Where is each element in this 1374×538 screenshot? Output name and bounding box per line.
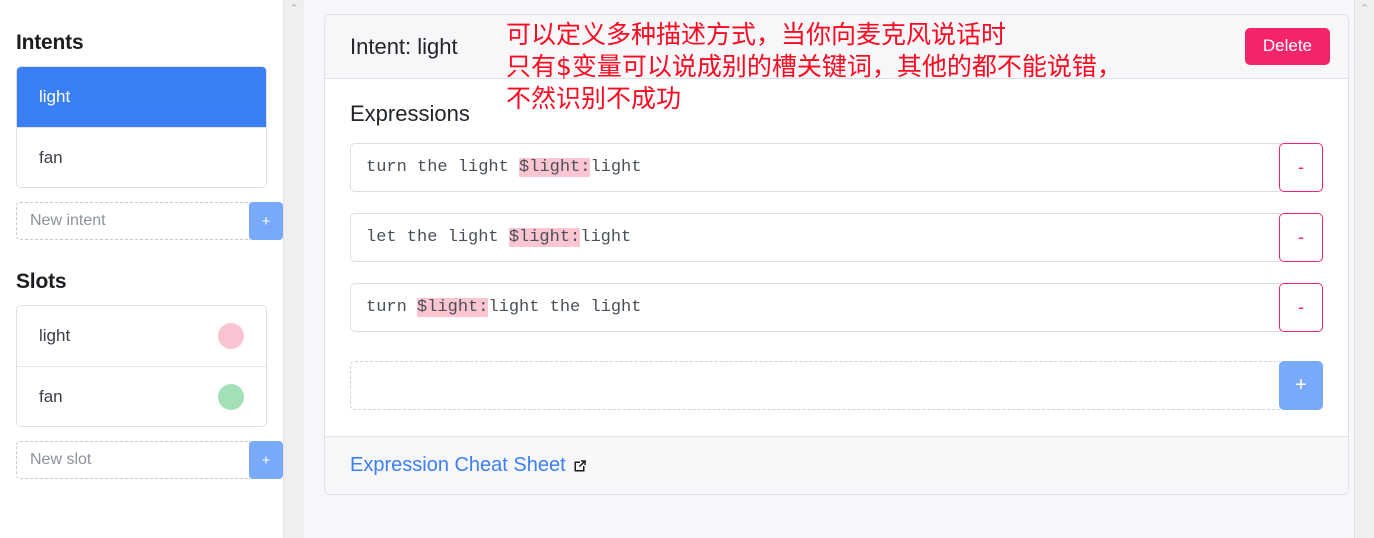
sidebar-item-slot-fan[interactable]: fan: [17, 366, 266, 426]
new-intent-row: +: [16, 202, 283, 240]
expression-suffix: light: [580, 228, 632, 247]
expression-slot-token: $light:: [519, 158, 591, 177]
sidebar-item-intent-light[interactable]: light: [17, 67, 266, 127]
expression-cheat-sheet-link[interactable]: Expression Cheat Sheet: [350, 454, 587, 477]
expression-row: turn the light $light: light -: [350, 143, 1323, 192]
sidebar-scrollbar[interactable]: ⌃: [283, 0, 304, 538]
slot-color-swatch[interactable]: [218, 383, 244, 410]
expression-prefix: turn: [366, 298, 418, 317]
slot-color-swatch[interactable]: [218, 323, 244, 349]
sidebar-item-slot-light[interactable]: light: [17, 306, 266, 366]
sidebar: Intents light fan + Slots light fan: [0, 0, 283, 538]
expression-slot-token: $light:: [508, 228, 581, 247]
add-slot-button[interactable]: +: [249, 441, 283, 479]
remove-expression-button[interactable]: -: [1279, 143, 1323, 192]
expression-prefix: let the light: [366, 228, 509, 247]
card-header: Intent: light Delete: [325, 15, 1348, 79]
slot-label: fan: [39, 386, 63, 406]
expression-prefix: turn the light: [366, 158, 520, 177]
slot-label: light: [39, 326, 71, 345]
expression-slot-token: $light:: [417, 298, 489, 317]
scroll-up-arrow-icon[interactable]: ⌃: [284, 4, 304, 15]
card-body: Expressions turn the light $light: light …: [325, 79, 1348, 436]
remove-expression-button[interactable]: -: [1279, 283, 1323, 332]
intents-heading: Intents: [16, 31, 84, 54]
intent-detail-card: Intent: light Delete Expressions turn th…: [324, 14, 1349, 495]
sidebar-item-intent-fan[interactable]: fan: [17, 127, 266, 187]
slots-list: light fan: [16, 305, 267, 427]
page-title: Intent: light: [350, 33, 458, 59]
new-slot-input[interactable]: [16, 441, 250, 479]
intent-label: light: [39, 87, 71, 106]
intents-list: light fan: [16, 66, 267, 188]
new-expression-input[interactable]: [350, 361, 1280, 410]
expression-input[interactable]: turn the light $light: light: [350, 143, 1280, 192]
expression-row: let the light $light: light -: [350, 213, 1323, 262]
slots-heading: Slots: [16, 270, 67, 293]
app-root: Intents light fan + Slots light fan: [0, 0, 1374, 538]
external-link-icon: [573, 459, 587, 473]
expression-input[interactable]: let the light $light: light: [350, 213, 1280, 262]
intent-label: fan: [39, 147, 63, 167]
card-footer: Expression Cheat Sheet: [325, 436, 1348, 494]
delete-button[interactable]: Delete: [1244, 28, 1330, 65]
expression-row: turn $light: light the light -: [350, 283, 1323, 332]
expression-input[interactable]: turn $light: light the light: [350, 283, 1280, 332]
new-slot-row: +: [16, 441, 283, 479]
scroll-up-arrow-icon[interactable]: ⌃: [1355, 4, 1374, 15]
remove-expression-button[interactable]: -: [1279, 213, 1323, 262]
add-intent-button[interactable]: +: [249, 202, 283, 240]
main-content: Intent: light Delete Expressions turn th…: [304, 0, 1354, 538]
new-expression-row: +: [350, 361, 1323, 410]
page-scrollbar[interactable]: ⌃: [1354, 0, 1374, 538]
expression-suffix: light the light: [488, 298, 642, 317]
cheat-sheet-label: Expression Cheat Sheet: [350, 454, 566, 476]
expression-suffix: light: [590, 158, 642, 177]
add-expression-button[interactable]: +: [1279, 361, 1323, 410]
expressions-heading: Expressions: [350, 101, 470, 126]
new-intent-input[interactable]: [16, 202, 250, 240]
